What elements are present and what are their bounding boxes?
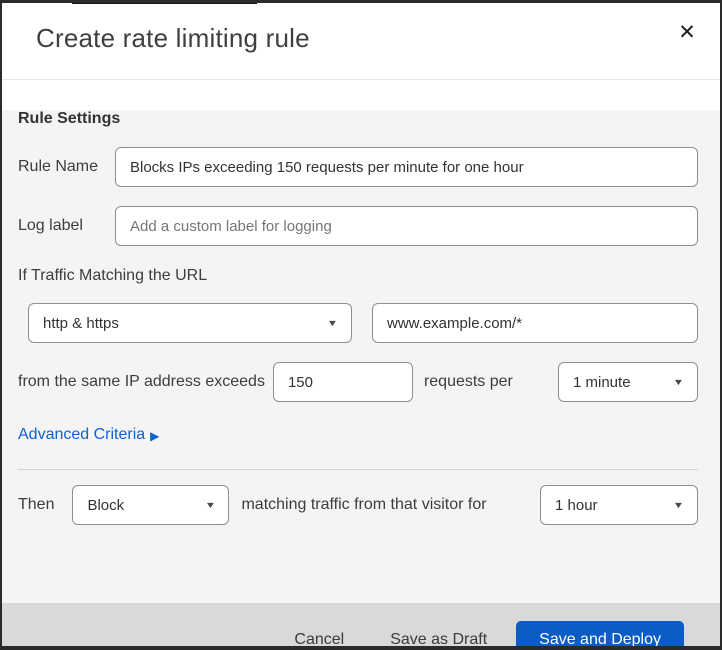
dialog-footer: Cancel Save as Draft Save and Deploy (2, 603, 720, 647)
rule-settings-heading: Rule Settings (18, 110, 121, 127)
create-rate-limiting-rule-dialog: Create rate limiting rule ✕ Rule Setting… (0, 0, 722, 650)
rule-name-label: Rule Name (18, 158, 99, 175)
background-page-sliver (72, 3, 257, 4)
scheme-select-value: http & https (43, 314, 119, 332)
close-icon[interactable]: ✕ (670, 15, 704, 49)
dialog-title: Create rate limiting rule (36, 23, 310, 53)
dialog-header: Create rate limiting rule ✕ (2, 3, 720, 80)
save-as-draft-button[interactable]: Save as Draft (388, 623, 489, 647)
period-select-value: 1 minute (573, 373, 631, 391)
then-label: Then (18, 496, 55, 513)
log-label-row: Log label (18, 206, 698, 246)
rule-name-input[interactable] (115, 147, 698, 187)
dialog-body: Rule Settings Rule Name Log label If Tra… (2, 110, 720, 603)
period-select[interactable]: 1 minute ▼ (558, 362, 698, 402)
scheme-select[interactable]: http & https ▼ (28, 303, 352, 343)
save-and-deploy-button[interactable]: Save and Deploy (516, 620, 684, 646)
action-row: Then Block ▼ matching traffic from that … (18, 485, 698, 525)
action-middle-text: matching traffic from that visitor for (241, 496, 487, 513)
log-label-input[interactable] (115, 206, 698, 246)
chevron-down-icon: ▼ (204, 500, 216, 510)
cancel-button[interactable]: Cancel (292, 623, 346, 647)
advanced-criteria-label: Advanced Criteria (18, 426, 146, 443)
section-divider (18, 469, 698, 470)
action-select[interactable]: Block ▼ (72, 485, 230, 525)
chevron-down-icon: ▼ (672, 377, 685, 387)
chevron-down-icon: ▼ (672, 500, 685, 510)
threshold-text-before: from the same IP address exceeds (18, 373, 265, 390)
url-pattern-input[interactable] (372, 303, 698, 343)
chevron-down-icon: ▼ (326, 318, 339, 328)
threshold-text-after: requests per (423, 373, 513, 390)
url-match-row: http & https ▼ (28, 303, 698, 343)
traffic-matching-text: If Traffic Matching the URL (18, 267, 208, 284)
request-count-input[interactable] (272, 362, 413, 402)
duration-select-value: 1 hour (555, 496, 598, 514)
duration-select[interactable]: 1 hour ▼ (540, 485, 698, 525)
expand-right-icon: ▶ (150, 429, 160, 443)
advanced-criteria-link[interactable]: Advanced Criteria ▶ (18, 426, 159, 444)
rule-name-row: Rule Name (18, 147, 698, 187)
log-label-label: Log label (18, 217, 83, 234)
threshold-row: from the same IP address exceeds request… (18, 362, 698, 402)
action-select-value: Block (87, 496, 125, 514)
